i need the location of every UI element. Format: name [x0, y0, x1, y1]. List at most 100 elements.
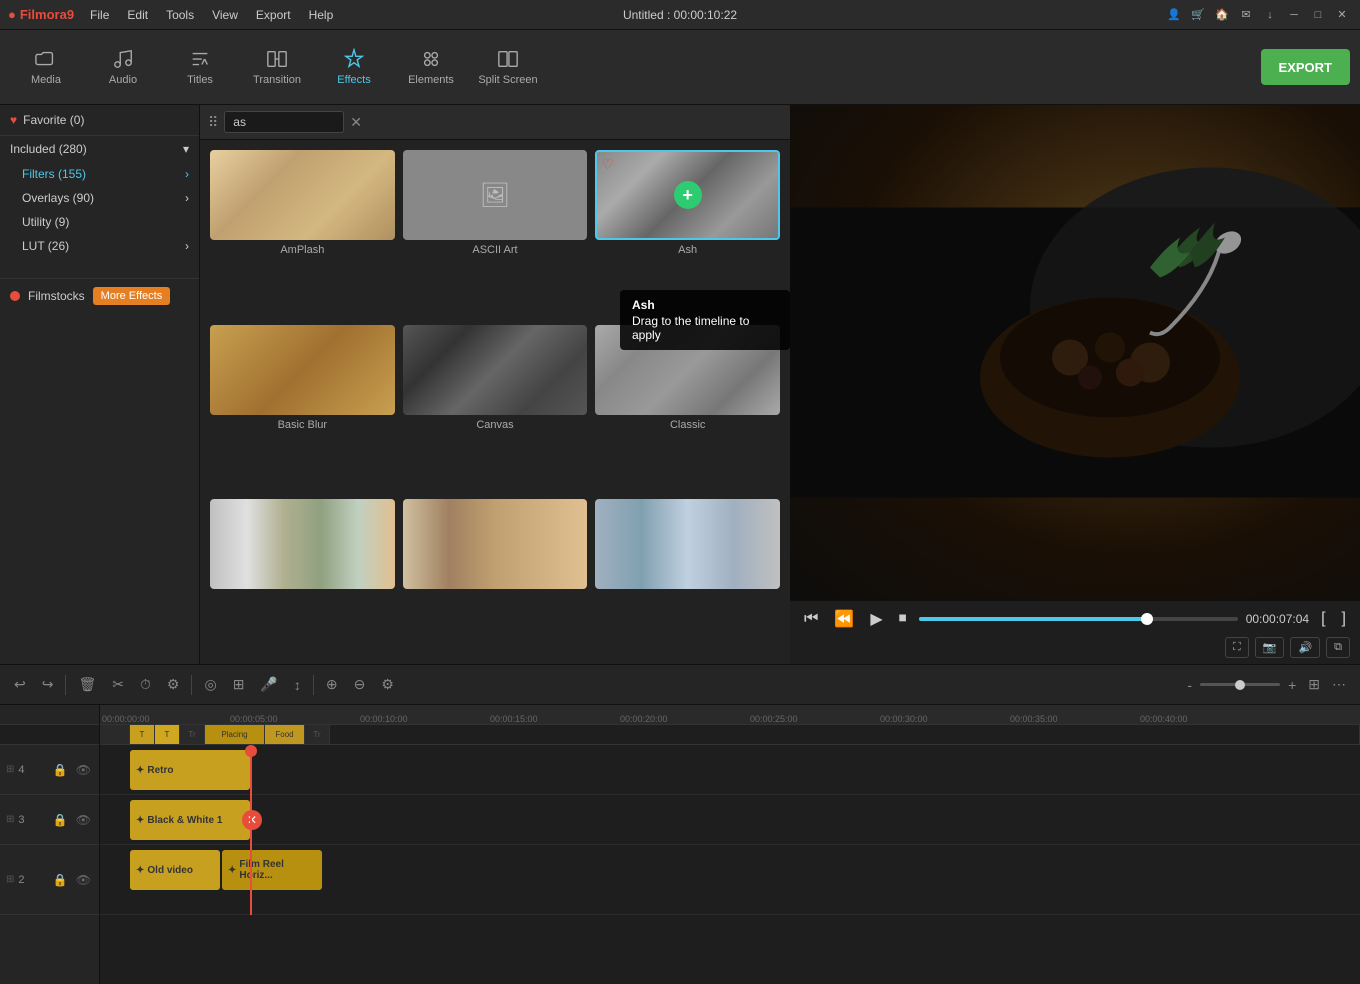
- effect-basic-blur[interactable]: Basic Blur: [210, 325, 395, 492]
- user-icon[interactable]: 👤: [1164, 5, 1184, 25]
- redo-button[interactable]: ↪: [38, 672, 58, 697]
- elements-button[interactable]: Elements: [395, 35, 467, 100]
- track4-lock[interactable]: 🔒: [51, 761, 70, 779]
- layout-button[interactable]: ⊞: [1304, 672, 1324, 697]
- menu-view[interactable]: View: [204, 6, 246, 24]
- ruler-0: 00:00:00:00: [102, 714, 150, 724]
- film-reel-clip[interactable]: ✦ Film Reel Horiz...: [222, 850, 322, 890]
- color-grading-button[interactable]: ⚙: [163, 672, 184, 697]
- audio-detach-button[interactable]: ↕: [290, 673, 305, 697]
- filmstocks-dot: [10, 291, 20, 301]
- menu-help[interactable]: Help: [301, 6, 342, 24]
- track2-eye[interactable]: 👁: [74, 871, 93, 889]
- ash-add-icon[interactable]: +: [674, 181, 702, 209]
- effect-strip2[interactable]: [403, 499, 588, 654]
- text-icon: [189, 48, 211, 70]
- strip2-thumbnail: [403, 499, 588, 589]
- bracket-out-button[interactable]: ]: [1338, 608, 1350, 630]
- titlebar: ● Filmora9 File Edit Tools View Export H…: [0, 0, 1360, 30]
- lut-label: LUT (26): [22, 239, 69, 253]
- undo-button[interactable]: ↩: [10, 672, 30, 697]
- utility-item[interactable]: Utility (9): [0, 210, 199, 234]
- delete-marker[interactable]: ✕: [242, 810, 262, 830]
- close-button[interactable]: ✕: [1332, 5, 1352, 25]
- included-section[interactable]: Included (280) ▾: [0, 136, 199, 162]
- clear-search-button[interactable]: ✕: [350, 114, 362, 131]
- search-input[interactable]: [224, 111, 344, 133]
- track2-label: 2: [18, 874, 24, 886]
- minus-button[interactable]: ⊖: [350, 672, 370, 697]
- stop-button[interactable]: ⏹: [895, 608, 911, 630]
- favorite-section[interactable]: ♥ Favorite (0): [0, 105, 199, 136]
- volume-icon[interactable]: 🔊: [1290, 637, 1320, 658]
- transition-button[interactable]: Transition: [241, 35, 313, 100]
- zoom-out-button[interactable]: -: [1183, 673, 1196, 697]
- search-bar: ⠿ ✕: [200, 105, 790, 140]
- lut-item[interactable]: LUT (26) ›: [0, 234, 199, 258]
- pip-icon[interactable]: ⧉: [1326, 637, 1350, 658]
- classic-thumbnail: [595, 325, 780, 415]
- split-screen-button[interactable]: Split Screen: [472, 35, 544, 100]
- effect-strip3[interactable]: [595, 499, 780, 654]
- add-track-button[interactable]: ⊕: [322, 672, 342, 697]
- track4-eye[interactable]: 👁: [74, 761, 93, 779]
- fullscreen-icon[interactable]: ⛶: [1225, 637, 1249, 658]
- retro-label: Retro: [147, 765, 173, 776]
- effect-classic[interactable]: Classic: [595, 325, 780, 492]
- effect-amplash[interactable]: AmPlash: [210, 150, 395, 317]
- home-icon[interactable]: 🏠: [1212, 5, 1232, 25]
- progress-bar[interactable]: [919, 617, 1238, 621]
- old-video-clip[interactable]: ✦ Old video: [130, 850, 220, 890]
- included-label: Included (280): [10, 142, 87, 156]
- track3-lock[interactable]: 🔒: [51, 811, 70, 829]
- play-button[interactable]: ▶: [866, 607, 886, 631]
- motion-track-button[interactable]: ◎: [200, 672, 220, 697]
- track2-lock[interactable]: 🔒: [51, 871, 70, 889]
- step-back-button[interactable]: ⏪: [830, 607, 858, 631]
- menu-export[interactable]: Export: [248, 6, 299, 24]
- retro-clip[interactable]: ✦ Retro: [130, 750, 250, 790]
- snapshot-icon[interactable]: 📷: [1255, 637, 1285, 658]
- audio-button[interactable]: Audio: [87, 35, 159, 100]
- maximize-button[interactable]: □: [1308, 5, 1328, 25]
- minimize-button[interactable]: ─: [1284, 5, 1304, 25]
- more-button[interactable]: ⋯: [1328, 672, 1350, 697]
- effects-button[interactable]: Effects: [318, 35, 390, 100]
- media-button[interactable]: Media: [10, 35, 82, 100]
- window-controls: 👤 🛒 🏠 ✉ ↓ ─ □ ✕: [1164, 5, 1352, 25]
- strip3-thumbnail: [595, 499, 780, 589]
- more-effects-button[interactable]: More Effects: [93, 287, 171, 305]
- zoom-in-button[interactable]: +: [1284, 673, 1300, 697]
- favorite-label: Favorite (0): [23, 113, 84, 127]
- skip-back-button[interactable]: ⏮: [800, 608, 822, 630]
- effect-strip1[interactable]: [210, 499, 395, 654]
- cart-icon[interactable]: 🛒: [1188, 5, 1208, 25]
- black-white-clip[interactable]: ✦ Black & White 1: [130, 800, 250, 840]
- menu-tools[interactable]: Tools: [158, 6, 202, 24]
- grid-icon[interactable]: ⠿: [208, 114, 218, 131]
- track3-eye[interactable]: 👁: [74, 811, 93, 829]
- overlays-item[interactable]: Overlays (90) ›: [0, 186, 199, 210]
- cut-button[interactable]: ✂: [108, 672, 128, 697]
- speed-button[interactable]: ⏱: [136, 672, 155, 697]
- stabilize-button[interactable]: ⊞: [229, 672, 249, 697]
- progress-fill: [919, 617, 1149, 621]
- delete-button[interactable]: 🗑: [74, 672, 100, 697]
- menu-edit[interactable]: Edit: [119, 6, 156, 24]
- menu-file[interactable]: File: [82, 6, 117, 24]
- voice-button[interactable]: 🎤: [256, 672, 281, 697]
- filters-item[interactable]: Filters (155) ›: [0, 162, 199, 186]
- settings-button[interactable]: ⚙: [377, 672, 398, 697]
- effect-ascii-art[interactable]: 🖼 ASCII Art: [403, 150, 588, 317]
- download-icon[interactable]: ↓: [1260, 5, 1280, 25]
- zoom-slider[interactable]: [1200, 683, 1280, 686]
- filmstocks-row: Filmstocks More Effects: [0, 278, 199, 313]
- titles-button[interactable]: Titles: [164, 35, 236, 100]
- effects-content: ⠿ ✕ AmPlash 🖼 ASCII Art ♡ +: [200, 105, 790, 664]
- mail-icon[interactable]: ✉: [1236, 5, 1256, 25]
- bracket-in-button[interactable]: [: [1317, 608, 1329, 630]
- export-button[interactable]: EXPORT: [1261, 49, 1350, 85]
- effect-ash[interactable]: ♡ + Ash: [595, 150, 780, 317]
- effects-icon: [343, 48, 365, 70]
- effect-canvas[interactable]: Canvas: [403, 325, 588, 492]
